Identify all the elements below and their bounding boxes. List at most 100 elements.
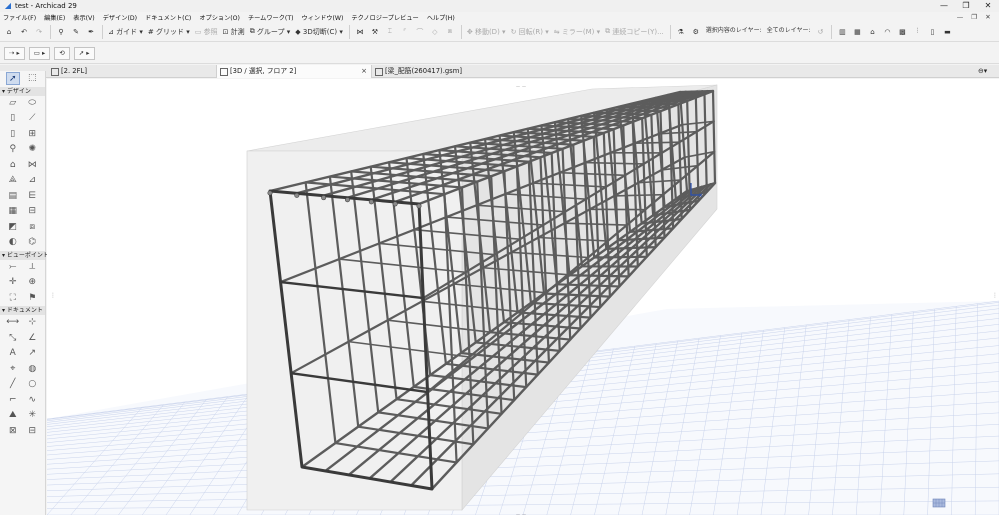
fill-tool-icon[interactable]: ◍ <box>25 363 39 376</box>
close-button[interactable]: ✕ <box>977 0 999 12</box>
pointer-dropdown[interactable]: ➚ ▸ <box>73 46 95 60</box>
tab-3d-view[interactable]: [3D / 選択, フロア 2] × <box>216 65 372 78</box>
zone-tool-icon[interactable]: ⊟ <box>25 205 39 218</box>
menu-window[interactable]: ウィンドウ(W) <box>302 13 344 22</box>
interior-elevation-tool-icon[interactable]: ✛ <box>6 276 20 289</box>
dimension-tool-icon[interactable]: ⟷ <box>6 316 20 329</box>
opening-tool-icon[interactable]: ⧈ <box>25 221 39 234</box>
figure-tool-icon[interactable]: ⛰ <box>6 409 20 422</box>
trim-icon[interactable]: ⌶ <box>383 24 397 40</box>
menu-view[interactable]: 表示(V) <box>73 13 94 22</box>
rotate-button[interactable]: ↻ 回転(R) ▾ <box>509 24 551 40</box>
toolbox-section-design[interactable]: ▾ デザイン <box>0 86 45 96</box>
stair-icon[interactable]: ⫶ <box>910 24 924 40</box>
object-tool-icon[interactable]: ⚲ <box>6 143 20 156</box>
menu-teamwork[interactable]: チームワーク(T) <box>248 13 294 22</box>
group-button[interactable]: ⧉ グループ ▾ <box>248 24 293 40</box>
mirror-button[interactable]: ⇋ ミラー(M) ▾ <box>552 24 602 40</box>
undo-icon[interactable]: ↶ <box>17 24 31 40</box>
morph-tool-icon[interactable]: ◩ <box>6 221 20 234</box>
drawing-tool-icon[interactable]: ✳ <box>25 409 39 422</box>
label-tool-icon[interactable]: ↗ <box>25 347 39 360</box>
section-tool-icon[interactable]: ⤚ <box>6 261 20 274</box>
magic-wand-icon[interactable]: ⚲ <box>54 24 68 40</box>
split-icon[interactable]: ⋈ <box>353 24 367 40</box>
multiply-button[interactable]: ⧉ 連続コピー(Y)... <box>603 24 666 40</box>
orbit-button[interactable]: ⟲ <box>54 46 70 60</box>
beam-tool-icon[interactable]: ⟋ <box>25 112 39 125</box>
menu-document[interactable]: ドキュメント(C) <box>145 13 191 22</box>
doc-restore-button[interactable]: ❐ <box>967 12 981 22</box>
hotspot-tool-icon[interactable]: ⌖ <box>6 363 20 376</box>
reference-button[interactable]: ▭ 参照 <box>193 24 220 40</box>
menu-file[interactable]: ファイル(F) <box>3 13 36 22</box>
curtain-wall-tool-icon[interactable]: ⬭ <box>25 97 39 110</box>
menu-options[interactable]: オプション(O) <box>199 13 240 22</box>
wall-tool-icon[interactable]: ▱ <box>6 97 20 110</box>
move-button[interactable]: ✥ 移動(D) ▾ <box>465 24 508 40</box>
toolbox-section-document[interactable]: ▾ ドキュメント <box>0 306 45 315</box>
roof-tool-icon[interactable]: ⌂ <box>6 159 20 172</box>
offset-icon[interactable]: ⌜ <box>398 24 412 40</box>
intersect-icon[interactable]: ◇ <box>428 24 442 40</box>
minimize-button[interactable]: — <box>933 0 955 12</box>
fillet-icon[interactable]: ⌒ <box>413 24 427 40</box>
inject-icon[interactable]: ✒ <box>84 24 98 40</box>
elevation-tool-icon[interactable]: ⟂ <box>25 261 39 274</box>
select-settings-icon[interactable]: ⚙ <box>689 24 703 40</box>
adjust-icon[interactable]: ⚒ <box>368 24 382 40</box>
slab-icon[interactable]: ▦ <box>850 24 864 40</box>
skylight-tool-icon[interactable]: ⟁ <box>6 174 20 187</box>
arrow-select-dropdown[interactable]: ⇢ ▸ <box>4 46 25 60</box>
mesh-tool-icon[interactable]: ▦ <box>6 205 20 218</box>
menu-design[interactable]: デザイン(D) <box>103 13 137 22</box>
railing-tool-icon[interactable]: ⋿ <box>25 190 39 203</box>
home-icon[interactable]: ⌂ <box>2 24 16 40</box>
top-resize-handle[interactable]: ﹘﹘ <box>515 80 527 89</box>
stair-tool-icon[interactable]: ▤ <box>6 190 20 203</box>
tab-close-icon[interactable]: × <box>361 65 367 78</box>
radial-dimension-tool-icon[interactable]: ⤡ <box>6 332 20 345</box>
cw-panel-tool-icon[interactable]: ◐ <box>6 236 20 249</box>
measure-button[interactable]: ⊡ 計測 <box>221 24 247 40</box>
roof-icon[interactable]: ⌂ <box>865 24 879 40</box>
shell-icon[interactable]: ◠ <box>880 24 894 40</box>
spline-tool-icon[interactable]: ∿ <box>25 394 39 407</box>
wall-icon[interactable]: ▥ <box>835 24 849 40</box>
toolbox-section-viewpoint[interactable]: ▾ ビューポイント <box>0 250 49 260</box>
circle-tool-icon[interactable]: ○ <box>25 378 39 391</box>
grid-button[interactable]: # グリッド ▾ <box>146 24 192 40</box>
menu-help[interactable]: ヘルプ(H) <box>427 13 455 22</box>
stretch-icon[interactable]: ⧈ <box>443 24 457 40</box>
tab-floor-plan[interactable]: [2. 2FL] <box>48 65 216 78</box>
layer-selected-button[interactable]: 選択内容のレイヤー: <box>704 24 764 40</box>
level-dimension-tool-icon[interactable]: ⊹ <box>25 316 39 329</box>
lamp-tool-icon[interactable]: ✺ <box>25 143 39 156</box>
slab-tool-icon[interactable]: ⊿ <box>25 174 39 187</box>
left-resize-handle[interactable]: ⋮ <box>50 292 56 299</box>
cut3d-button[interactable]: ◆ 3D切断(C) ▾ <box>293 24 345 40</box>
camera-tool-icon[interactable]: ⚑ <box>25 292 39 305</box>
pick-icon[interactable]: ✎ <box>69 24 83 40</box>
polyline-tool-icon[interactable]: ⌐ <box>6 394 20 407</box>
tab-gdl-object[interactable]: [梁_配筋(260417).gsm] <box>372 65 572 78</box>
redo-icon[interactable]: ↷ <box>32 24 46 40</box>
column-icon[interactable]: ▯ <box>925 24 939 40</box>
detail-tool-icon[interactable]: ⛶ <box>6 292 20 305</box>
marquee-tool-icon[interactable]: ⬚ <box>25 72 39 85</box>
shell-tool-icon[interactable]: ⋈ <box>25 159 39 172</box>
doc-close-button[interactable]: ✕ <box>981 12 995 22</box>
arrow-tool-icon[interactable]: ➚ <box>5 72 20 86</box>
guide-button[interactable]: ⊿ ガイド ▾ <box>106 24 145 40</box>
door-tool-icon[interactable]: ▯ <box>6 128 20 141</box>
angle-dimension-tool-icon[interactable]: ∠ <box>25 332 39 345</box>
grid-element-tool-icon[interactable]: ⊟ <box>25 425 39 438</box>
marquee-dropdown[interactable]: ▭ ▸ <box>28 46 51 60</box>
line-tool-icon[interactable]: ╱ <box>6 378 20 391</box>
right-resize-handle[interactable]: ⋮ <box>992 292 998 299</box>
maximize-button[interactable]: ❐ <box>955 0 977 12</box>
stair-alt-tool-icon[interactable]: ⌬ <box>25 236 39 249</box>
navigation-cube-icon[interactable] <box>932 498 946 508</box>
window-tool-icon[interactable]: ⊞ <box>25 128 39 141</box>
3d-viewport[interactable]: x <box>47 79 999 515</box>
